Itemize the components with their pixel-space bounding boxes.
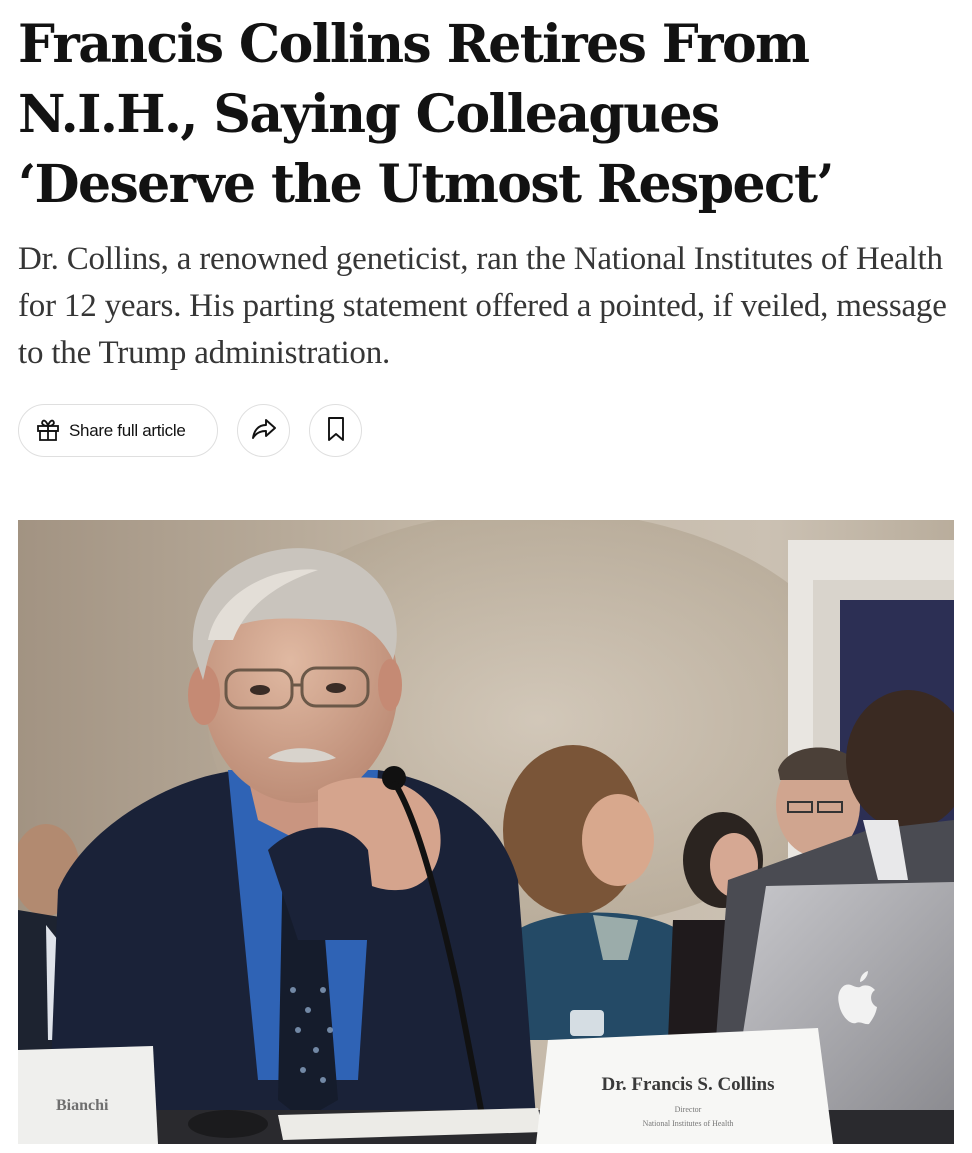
share-full-article-button[interactable]: Share full article [18,404,218,457]
share-button[interactable] [237,404,290,457]
nameplate-name: Dr. Francis S. Collins [602,1074,775,1095]
gift-icon [35,416,61,446]
nameplate-title: Director [675,1105,702,1114]
article-headline: Francis Collins Retires From N.I.H., Say… [18,14,835,215]
bookmark-icon [326,416,346,446]
article-summary: Dr. Collins, a renowned geneticist, ran … [18,241,947,371]
save-button[interactable] [309,404,362,457]
nameplate-org: National Institutes of Health [643,1119,734,1128]
left-nameplate-name: Bianchi [56,1097,109,1114]
share-full-article-label: Share full article [69,420,186,440]
share-arrow-icon [250,417,278,445]
article-photo: Dr. Francis S. Collins Director National… [18,520,954,1144]
